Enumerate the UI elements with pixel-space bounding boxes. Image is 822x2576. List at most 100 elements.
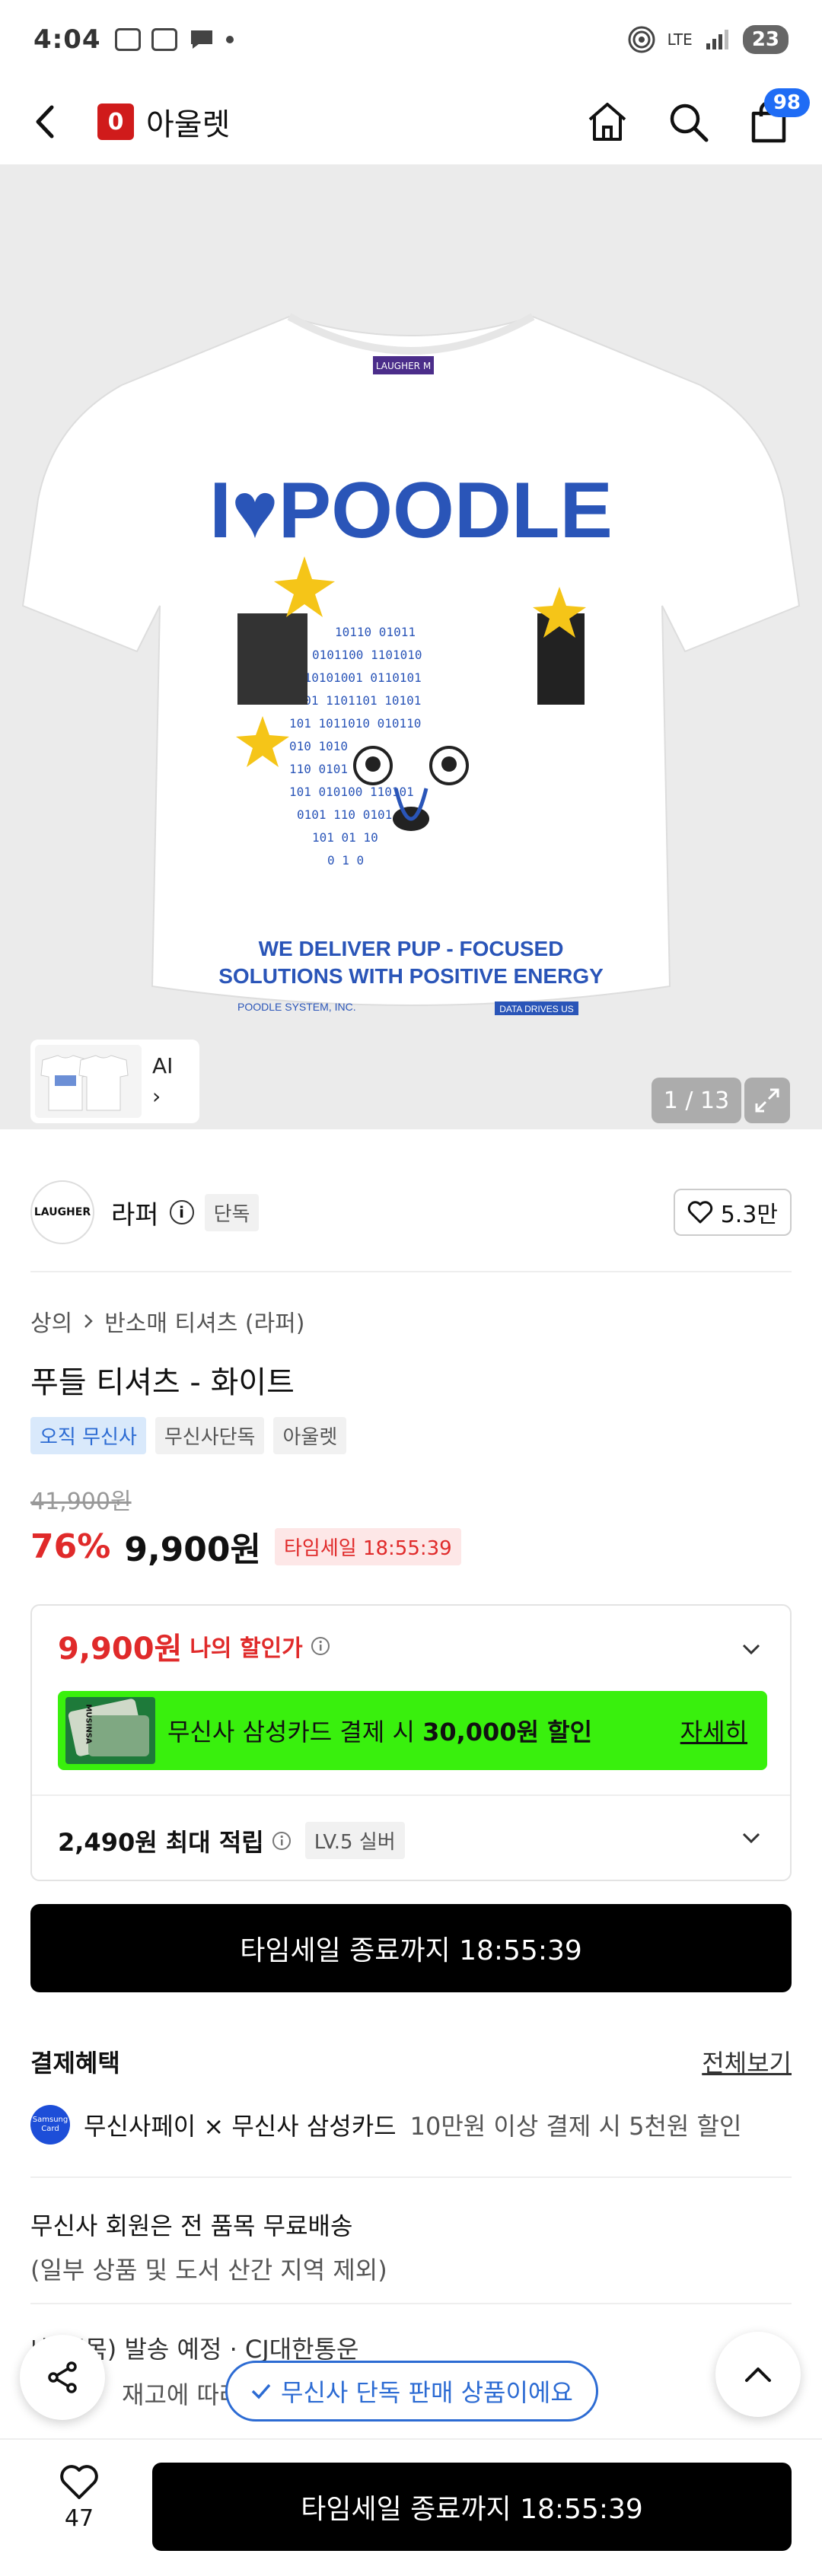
product-tshirt-image: LAUGHER M I♥POODLE 10110 01011 0101100 1… xyxy=(21,313,801,1015)
chevron-down-icon[interactable] xyxy=(740,1638,763,1661)
heart-icon xyxy=(687,1201,712,1224)
my-discount-row[interactable]: 9,900원 나의 할인가 xyxy=(58,1624,330,1668)
discount-rate: 76% xyxy=(30,1527,111,1566)
share-icon xyxy=(48,2361,77,2393)
outlet-logo: 0 xyxy=(97,103,134,140)
divider xyxy=(30,1271,792,1272)
benefit-card: 9,900원 나의 할인가 MUSINSA 무신사 삼성카드 결제 시 30,0… xyxy=(30,1604,792,1881)
screenshot-icon xyxy=(114,28,141,51)
home-button[interactable] xyxy=(585,99,630,145)
chevron-right-icon xyxy=(84,1314,93,1328)
samsung-card-banner[interactable]: MUSINSA 무신사 삼성카드 결제 시 30,000원 할인 자세히 xyxy=(58,1691,767,1770)
product-like-count: 47 xyxy=(64,2505,94,2532)
breadcrumb: 상의 반소매 티셔츠 (라퍼) xyxy=(30,1304,304,1338)
see-all-link[interactable]: 전체보기 xyxy=(702,2044,792,2079)
my-discount-price: 9,900원 xyxy=(58,1632,183,1667)
exclusive-tag: 단독 xyxy=(204,1193,260,1231)
more-notifications-icon xyxy=(225,36,234,43)
print-photo-left xyxy=(237,613,307,705)
home-icon xyxy=(588,103,626,141)
samsung-card-icon: Samsung Card xyxy=(30,2105,70,2145)
brand-like-button[interactable]: 5.3만 xyxy=(673,1189,792,1236)
chat-icon xyxy=(190,30,212,49)
svg-text:0 1 0: 0 1 0 xyxy=(327,853,364,868)
divider xyxy=(32,1794,790,1796)
divider xyxy=(30,2176,792,2178)
timesale-badge: 타임세일 18:55:39 xyxy=(274,1527,461,1565)
brand-name[interactable]: 라퍼 xyxy=(111,1194,159,1231)
bottom-action-bar: 47 타임세일 종료까지 18:55:39 xyxy=(0,2438,822,2576)
ai-label: AI xyxy=(152,1053,174,1078)
print-tagline-2: SOLUTIONS WITH POSITIVE ENERGY xyxy=(218,964,604,988)
product-tag: 오직 무신사 xyxy=(30,1417,146,1454)
product-tag: 아울렛 xyxy=(273,1417,347,1454)
svg-text:110 0101: 110 0101 xyxy=(289,762,348,776)
payment-benefits-title: 결제혜택 xyxy=(30,2049,120,2078)
info-icon[interactable] xyxy=(272,1831,292,1851)
ai-thumbnail-button[interactable]: AI › xyxy=(30,1040,199,1123)
print-footer-right: DATA DRIVES US xyxy=(499,1004,574,1014)
calendar-icon xyxy=(151,28,177,51)
payment-benefit-detail: 10만원 이상 결제 시 5천원 할인 xyxy=(409,2112,742,2141)
divider xyxy=(30,2303,792,2304)
search-button[interactable] xyxy=(665,99,711,145)
scroll-top-button[interactable] xyxy=(715,2332,801,2417)
info-icon[interactable] xyxy=(311,1636,330,1656)
svg-text:010 1010: 010 1010 xyxy=(289,739,348,753)
max-points: 2,490원 최대 적립 xyxy=(58,1827,264,1857)
product-tags: 오직 무신사 무신사단독 아울렛 xyxy=(30,1417,347,1454)
heart-icon xyxy=(60,2465,98,2499)
cart-count-badge: 98 xyxy=(763,88,810,117)
check-icon xyxy=(251,2383,271,2399)
status-bar: 4:04 LTE 23 xyxy=(0,0,822,79)
banner-text: 무신사 삼성카드 결제 시 xyxy=(167,1718,423,1747)
product-tag: 무신사단독 xyxy=(155,1417,265,1454)
svg-text:101 01 10: 101 01 10 xyxy=(312,830,378,845)
payment-benefit-main: 무신사페이 × 무신사 삼성카드 xyxy=(84,2112,397,2141)
print-tagline-1: WE DELIVER PUP - FOCUSED xyxy=(259,937,564,960)
bottom-timesale-button[interactable]: 타임세일 종료까지 18:55:39 xyxy=(152,2463,792,2551)
points-row[interactable]: 2,490원 최대 적립 LV.5 실버 xyxy=(58,1822,405,1859)
product-title: 푸들 티셔츠 - 화이트 xyxy=(30,1365,295,1400)
shipping-info: 무신사 회원은 전 품목 무료배송 xyxy=(30,2211,353,2240)
svg-text:110101001 0110101: 110101001 0110101 xyxy=(297,670,422,685)
collar-label: LAUGHER M xyxy=(376,361,431,371)
print-footer-left: POODLE SYSTEM, INC. xyxy=(237,1001,356,1013)
brand-avatar[interactable]: LAUGHER xyxy=(30,1180,94,1244)
details-link[interactable]: 자세히 xyxy=(680,1713,760,1748)
shipping-note: (일부 상품 및 도서 산간 지역 제외) xyxy=(30,2256,387,2285)
image-page-counter: 1 / 13 xyxy=(652,1078,741,1123)
page-title: 아울렛 xyxy=(146,107,231,142)
svg-text:101 1011010 010110: 101 1011010 010110 xyxy=(289,716,421,731)
product-like-button[interactable]: 47 xyxy=(33,2464,125,2532)
info-icon[interactable]: i xyxy=(169,1200,194,1224)
svg-text:0101100 1101010: 0101100 1101010 xyxy=(312,648,422,662)
chevron-right-icon: › xyxy=(152,1084,161,1109)
original-price: 41,900원 xyxy=(30,1489,132,1515)
expand-icon xyxy=(755,1088,779,1113)
stock-info: 재고에 따라 xyxy=(122,2380,242,2409)
payment-benefit-row[interactable]: Samsung Card 무신사페이 × 무신사 삼성카드 10만원 이상 결제… xyxy=(30,2105,741,2145)
battery-indicator: 23 xyxy=(742,25,789,54)
share-button[interactable] xyxy=(20,2335,105,2420)
chevron-up-icon xyxy=(745,2367,771,2382)
expand-image-button[interactable] xyxy=(744,1078,790,1123)
brand-logo-text: LAUGHER xyxy=(33,1206,91,1218)
card-brand-text: MUSINSA xyxy=(84,1704,93,1744)
exclusive-product-pill[interactable]: 무신사 단독 판매 상품이에요 xyxy=(225,2361,598,2422)
status-time: 4:04 xyxy=(33,24,101,55)
chevron-down-icon[interactable] xyxy=(740,1826,763,1849)
search-icon xyxy=(670,103,709,142)
hotspot-icon xyxy=(628,26,655,53)
cart-button[interactable]: 98 xyxy=(746,88,810,145)
brand-row: LAUGHER 라퍼 i 단독 5.3만 xyxy=(30,1178,792,1247)
breadcrumb-item[interactable]: 상의 xyxy=(30,1304,72,1338)
product-image-gallery[interactable]: LAUGHER M I♥POODLE 10110 01011 0101100 1… xyxy=(0,164,822,1129)
svg-text:10110 01011: 10110 01011 xyxy=(335,625,416,639)
chevron-left-icon xyxy=(36,105,54,139)
back-button[interactable] xyxy=(30,99,76,145)
samsung-card-image: MUSINSA xyxy=(65,1697,155,1764)
breadcrumb-item[interactable]: 반소매 티셔츠 (라퍼) xyxy=(104,1304,304,1338)
timesale-button[interactable]: 타임세일 종료까지 18:55:39 xyxy=(30,1904,792,1992)
svg-text:0101 1101101 10101: 0101 1101101 10101 xyxy=(289,693,421,708)
